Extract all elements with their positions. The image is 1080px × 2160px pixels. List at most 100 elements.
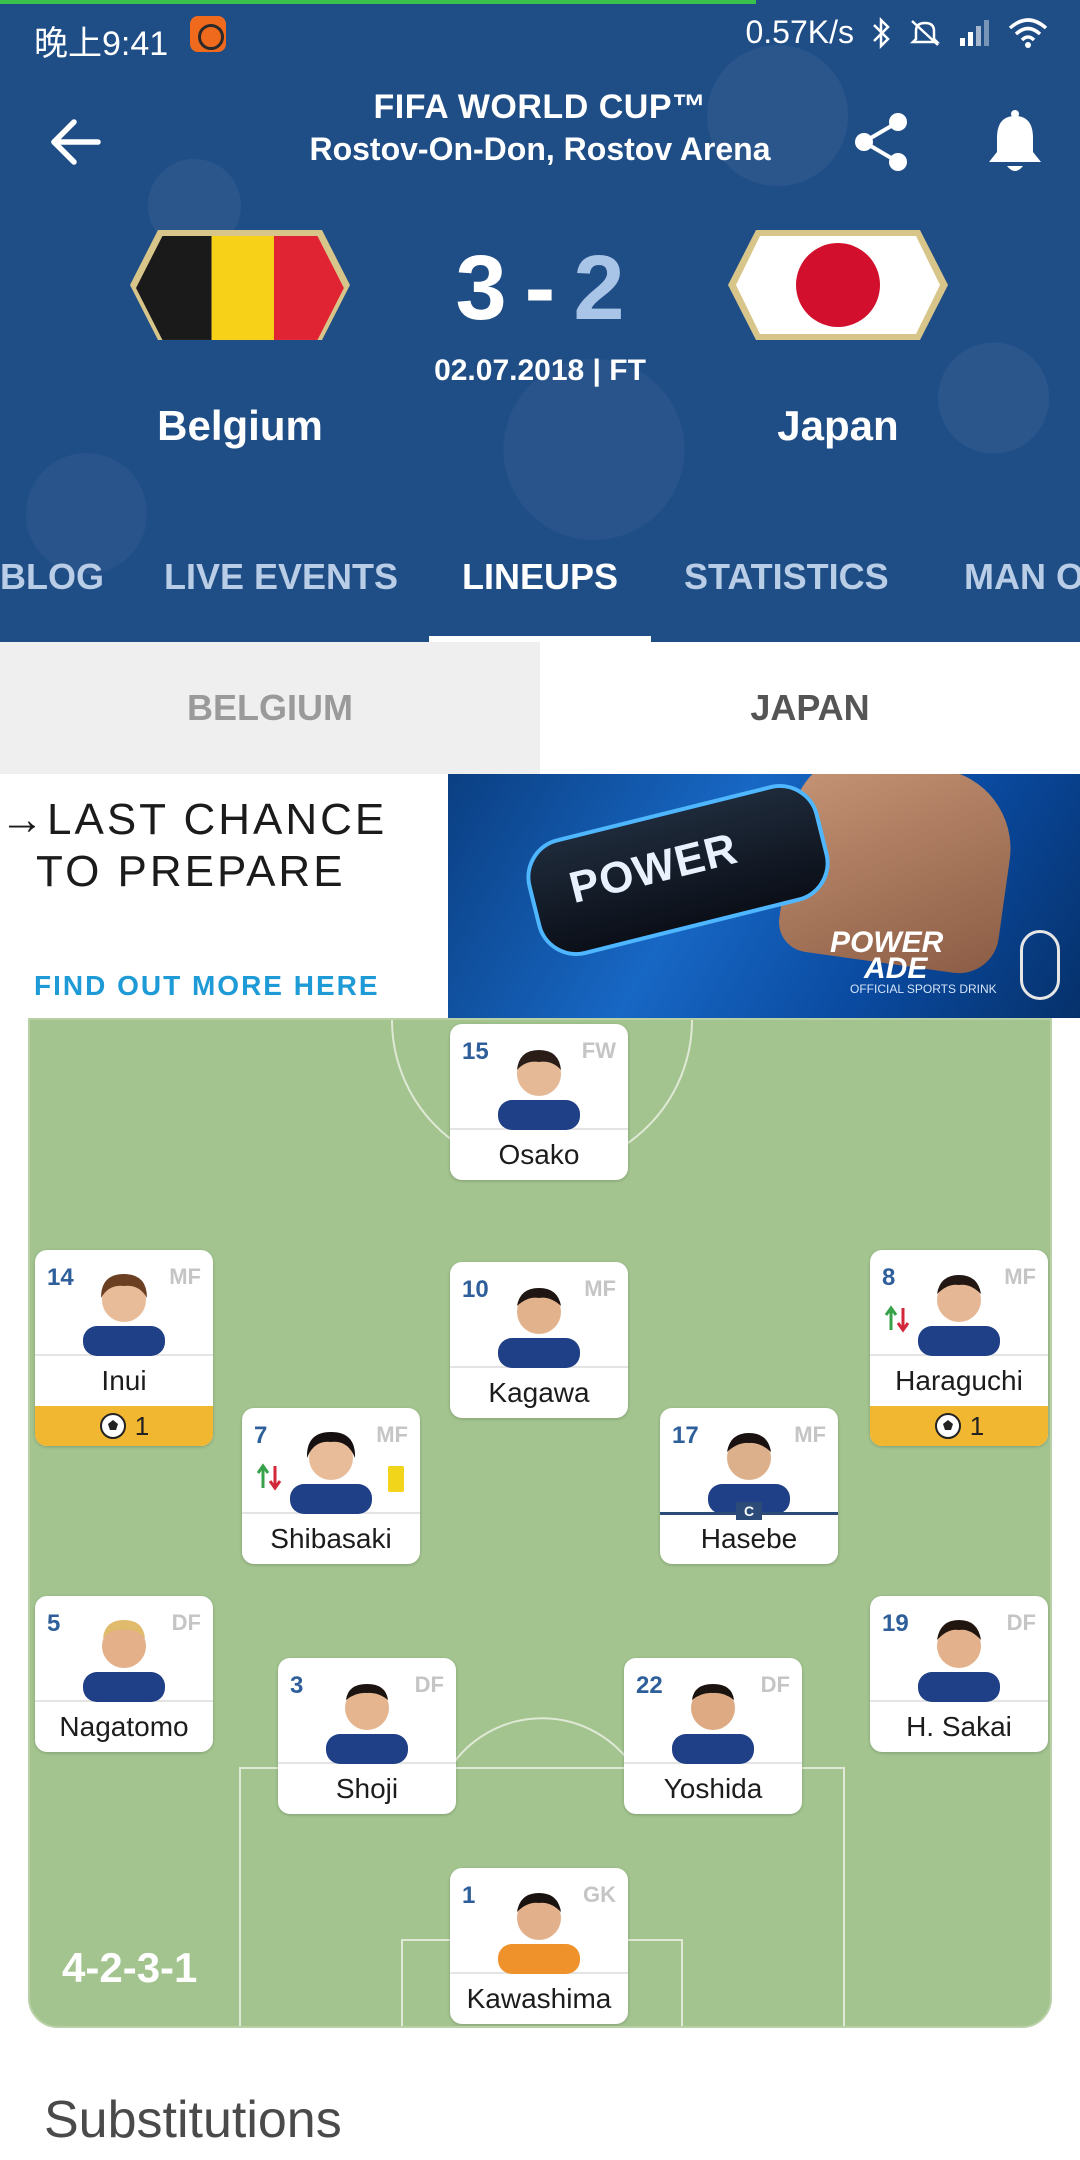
player-avatar bbox=[672, 1684, 754, 1764]
player-name: H. Sakai bbox=[906, 1711, 1012, 1742]
wifi-icon bbox=[1008, 17, 1048, 48]
player-name: Kagawa bbox=[488, 1377, 590, 1408]
player-position: FW bbox=[581, 1038, 616, 1063]
tab-lineups[interactable]: LINEUPS bbox=[462, 556, 618, 598]
world-cup-logo-icon bbox=[1020, 930, 1060, 1000]
lineup-pitch: 15 FW Osako 14 MF Inui 1 10 MF Kagawa 8 … bbox=[28, 1018, 1052, 2028]
player-avatar bbox=[498, 1288, 580, 1368]
captain-badge: C bbox=[736, 1502, 762, 1520]
player-number: 17 bbox=[672, 1422, 699, 1449]
home-score: 3 bbox=[455, 237, 507, 339]
yellow-card-icon bbox=[388, 1466, 404, 1492]
player-avatar bbox=[326, 1684, 408, 1764]
player-card[interactable]: 5 DF Nagatomo bbox=[35, 1596, 213, 1752]
ad-headline: →LAST CHANCE TO PREPARE bbox=[0, 794, 450, 898]
player-card[interactable]: 7 MF Shibasaki bbox=[242, 1408, 420, 1564]
player-position: DF bbox=[1006, 1610, 1036, 1635]
page-load-progress bbox=[0, 0, 1080, 4]
player-avatar bbox=[498, 1893, 580, 1974]
player-card[interactable]: 3 DF Shoji bbox=[278, 1658, 456, 1814]
japan-flag-icon bbox=[728, 230, 948, 340]
network-speed: 0.57K/s bbox=[745, 14, 854, 50]
soccer-ball-icon bbox=[99, 1413, 126, 1439]
away-score: 2 bbox=[573, 237, 625, 339]
mute-icon bbox=[909, 19, 941, 46]
player-card[interactable]: 14 MF Inui 1 bbox=[35, 1250, 213, 1446]
advertisement-banner[interactable]: →LAST CHANCE TO PREPARE FIND OUT MORE HE… bbox=[0, 774, 1080, 1018]
ad-headline-line-2: TO PREPARE bbox=[36, 847, 346, 896]
player-card[interactable]: 22 DF Yoshida bbox=[624, 1658, 802, 1814]
competition-title: FIFA WORLD CUP™ bbox=[373, 88, 707, 126]
substitution-arrows-icon bbox=[256, 1463, 282, 1491]
share-icon[interactable] bbox=[852, 110, 912, 174]
team-toggle: BELGIUM JAPAN bbox=[0, 642, 1080, 774]
player-avatar bbox=[498, 1050, 580, 1130]
player-card[interactable]: 8 MF Haraguchi 1 bbox=[870, 1250, 1048, 1446]
app-notification-icon bbox=[190, 16, 226, 52]
ad-brand-logo: POWER ADE bbox=[830, 928, 943, 985]
bluetooth-icon bbox=[873, 16, 890, 49]
soccer-ball-icon bbox=[934, 1413, 961, 1439]
player-position: DF bbox=[760, 1672, 790, 1697]
status-time: 晚上9:41 bbox=[34, 25, 169, 63]
player-name: Hasebe bbox=[700, 1523, 798, 1554]
player-name: Osako bbox=[498, 1139, 580, 1170]
player-position: DF bbox=[414, 1672, 444, 1697]
player-number: 1 bbox=[462, 1882, 476, 1909]
player-position: DF bbox=[171, 1610, 201, 1635]
ad-cta-link[interactable]: FIND OUT MORE HERE bbox=[34, 970, 380, 1002]
japan-lineup-button[interactable]: JAPAN bbox=[540, 642, 1080, 774]
player-number: 7 bbox=[254, 1422, 268, 1449]
goal-count: 1 bbox=[35, 1406, 213, 1446]
player-avatar bbox=[83, 1274, 165, 1356]
bell-icon[interactable] bbox=[983, 108, 1047, 176]
player-name: Shibasaki bbox=[270, 1523, 392, 1554]
player-number: 15 bbox=[462, 1038, 489, 1065]
status-indicators: 0.57K/s bbox=[745, 14, 1048, 51]
tab-man-of-the-match[interactable]: MAN O bbox=[964, 556, 1080, 598]
goal-count-value: 1 bbox=[969, 1410, 985, 1441]
player-position: MF bbox=[1004, 1264, 1036, 1289]
match-header: 晚上9:41 0.57K/s FIFA WORLD CUP™ Rostov-On… bbox=[0, 0, 1080, 642]
match-date-status: 02.07.2018 | FT bbox=[434, 354, 646, 387]
tab-statistics[interactable]: STATISTICS bbox=[684, 556, 889, 598]
ad-image: POWER POWER ADE OFFICIAL SPORTS DRINK bbox=[448, 774, 1080, 1018]
ad-brand-subtitle: OFFICIAL SPORTS DRINK bbox=[850, 982, 997, 996]
ad-headline-line-1: →LAST CHANCE bbox=[0, 795, 388, 844]
score-separator: - bbox=[524, 237, 556, 339]
tab-live-events[interactable]: LIVE EVENTS bbox=[164, 556, 398, 598]
player-card[interactable]: 1 GK Kawashima bbox=[450, 1868, 628, 2024]
match-score: 3-2 bbox=[380, 236, 700, 341]
formation-label: 4-2-3-1 bbox=[62, 1944, 198, 1991]
match-title: FIFA WORLD CUP™ Rostov-On-Don, Rostov Ar… bbox=[240, 88, 840, 168]
back-arrow-icon[interactable] bbox=[46, 112, 106, 172]
player-name: Haraguchi bbox=[895, 1365, 1023, 1396]
player-number: 19 bbox=[882, 1610, 909, 1637]
belgium-flag-icon bbox=[130, 230, 350, 340]
player-avatar bbox=[708, 1433, 790, 1514]
player-name: Inui bbox=[101, 1365, 147, 1396]
belgium-lineup-button[interactable]: BELGIUM bbox=[0, 642, 540, 774]
player-avatar bbox=[83, 1620, 165, 1702]
player-number: 3 bbox=[290, 1672, 304, 1699]
goal-count-value: 1 bbox=[134, 1410, 150, 1441]
player-card[interactable]: 10 MF Kagawa bbox=[450, 1262, 628, 1418]
page-load-progress-fill bbox=[0, 0, 756, 4]
substitution-arrows-icon bbox=[884, 1305, 910, 1333]
tab-blog[interactable]: BLOG bbox=[0, 556, 104, 598]
player-avatar bbox=[918, 1620, 1000, 1702]
match-tabs: BLOG LIVE EVENTS LINEUPS STATISTICS MAN … bbox=[0, 540, 1080, 642]
player-card[interactable]: 17 MF C Hasebe bbox=[660, 1408, 838, 1564]
ad-brand-line-2: ADE bbox=[864, 952, 928, 985]
player-name: Kawashima bbox=[466, 1983, 612, 2014]
home-team-name: Belgium bbox=[157, 402, 323, 449]
player-avatar bbox=[918, 1275, 1000, 1356]
player-name: Shoji bbox=[335, 1773, 399, 1804]
player-card[interactable]: 19 DF H. Sakai bbox=[870, 1596, 1048, 1752]
player-avatar bbox=[290, 1432, 372, 1514]
player-position: MF bbox=[169, 1264, 201, 1289]
player-position: MF bbox=[376, 1422, 408, 1447]
substitutions-heading: Substitutions bbox=[44, 2091, 342, 2149]
player-card[interactable]: 15 FW Osako bbox=[450, 1024, 628, 1180]
player-number: 22 bbox=[636, 1672, 663, 1699]
